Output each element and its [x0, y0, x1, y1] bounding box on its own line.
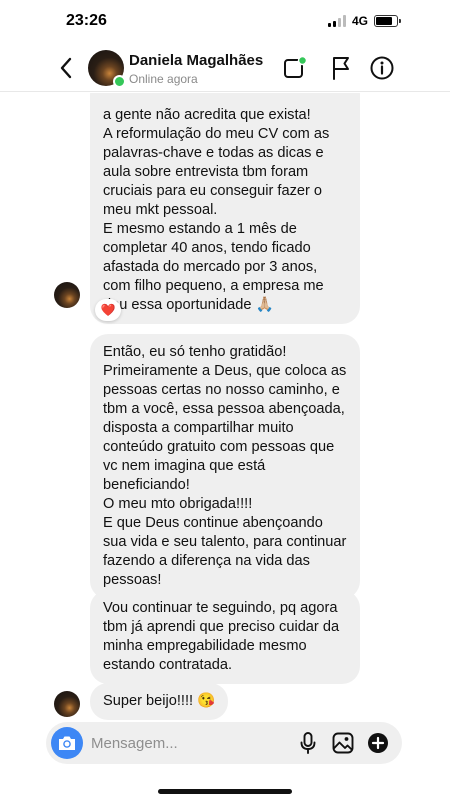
message-text: E que Deus continue abençoando sua vida …: [103, 515, 347, 588]
sender-avatar: [54, 282, 80, 308]
message-text: O meu mto obrigada!!!!: [103, 496, 253, 512]
message-text: Primeiramente a Deus, que coloca as pess…: [103, 363, 347, 493]
message-text: Então, eu só tenho gratidão!: [103, 344, 287, 360]
info-icon: [370, 56, 394, 80]
message-composer: [46, 722, 402, 764]
message-bubble[interactable]: Vou continuar te seguindo, pq agora tbm …: [90, 590, 360, 684]
status-time: 23:26: [66, 12, 107, 29]
message-text: a gente não acredita que exista!: [103, 107, 311, 123]
status-indicators: 4G: [327, 14, 401, 28]
chat-header: Daniela Magalhães Online agora: [0, 44, 450, 92]
message-text: A reformulação do meu CV com as palavras…: [103, 126, 330, 218]
back-chevron-icon: [60, 57, 72, 79]
contact-avatar[interactable]: [88, 50, 126, 88]
contact-status: Online agora: [129, 72, 198, 86]
back-button[interactable]: [52, 52, 80, 84]
gallery-icon: [332, 732, 354, 754]
status-bar: 23:26 4G: [0, 0, 450, 44]
message-text: E mesmo estando a 1 mês de completar 40 …: [103, 221, 324, 313]
message-bubble[interactable]: Então, eu só tenho gratidão! Primeiramen…: [90, 334, 360, 599]
contact-name[interactable]: Daniela Magalhães: [129, 52, 263, 69]
microphone-icon: [300, 732, 316, 754]
sender-avatar: [54, 691, 80, 717]
battery-icon: [374, 15, 401, 27]
flag-icon: [333, 57, 349, 80]
heart-reaction[interactable]: ❤️: [95, 299, 121, 321]
message-text: Vou continuar te seguindo, pq agora tbm …: [103, 600, 340, 673]
home-indicator[interactable]: [158, 789, 292, 794]
video-call-button[interactable]: [282, 55, 308, 81]
report-button[interactable]: [328, 55, 354, 81]
plus-icon: [368, 733, 388, 753]
hidden-line: [103, 93, 347, 106]
info-button[interactable]: [369, 55, 395, 81]
message-thread[interactable]: a gente não acredita que exista! A refor…: [0, 93, 450, 720]
message-text: Super beijo!!!! 😘: [103, 693, 216, 709]
message-bubble[interactable]: a gente não acredita que exista! A refor…: [90, 93, 360, 324]
voice-message-button[interactable]: [295, 730, 321, 756]
message-input[interactable]: [91, 730, 291, 756]
online-indicator: [113, 75, 126, 88]
network-type: 4G: [351, 14, 368, 28]
gallery-button[interactable]: [330, 730, 356, 756]
camera-icon: [59, 736, 75, 750]
video-call-icon: [284, 55, 308, 78]
message-bubble[interactable]: Super beijo!!!! 😘: [90, 683, 229, 720]
more-options-button[interactable]: [365, 730, 391, 756]
signal-icon: [327, 15, 346, 27]
camera-button[interactable]: [51, 727, 83, 759]
